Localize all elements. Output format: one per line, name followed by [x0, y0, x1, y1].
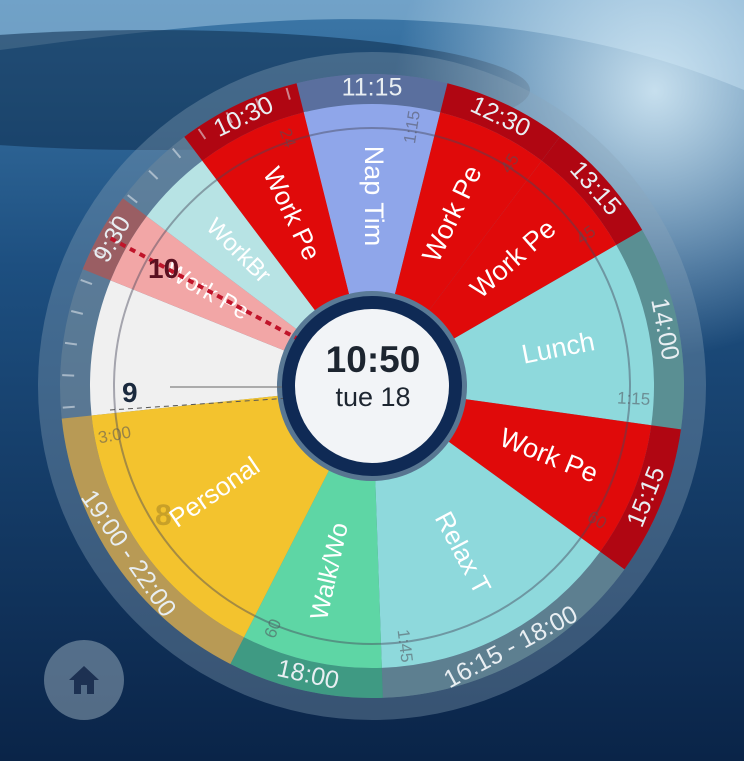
segment-duration: 1:45 — [393, 628, 416, 663]
clock-display[interactable]: 10:50 tue 18 — [300, 338, 446, 428]
current-date: tue 18 — [335, 382, 411, 412]
segment-label: Nap Tim — [359, 146, 389, 247]
current-time: 10:50 — [325, 339, 421, 380]
hour-marker-9: 9 — [122, 377, 138, 408]
home-button[interactable] — [44, 640, 124, 720]
ring-tick — [62, 405, 75, 409]
home-icon — [69, 666, 99, 694]
segment-time: 11:15 — [342, 74, 403, 102]
segment-duration: 1:15 — [617, 388, 651, 409]
hour-marker-8: 8 — [155, 499, 172, 532]
hour-marker-10: 10 — [148, 253, 179, 284]
